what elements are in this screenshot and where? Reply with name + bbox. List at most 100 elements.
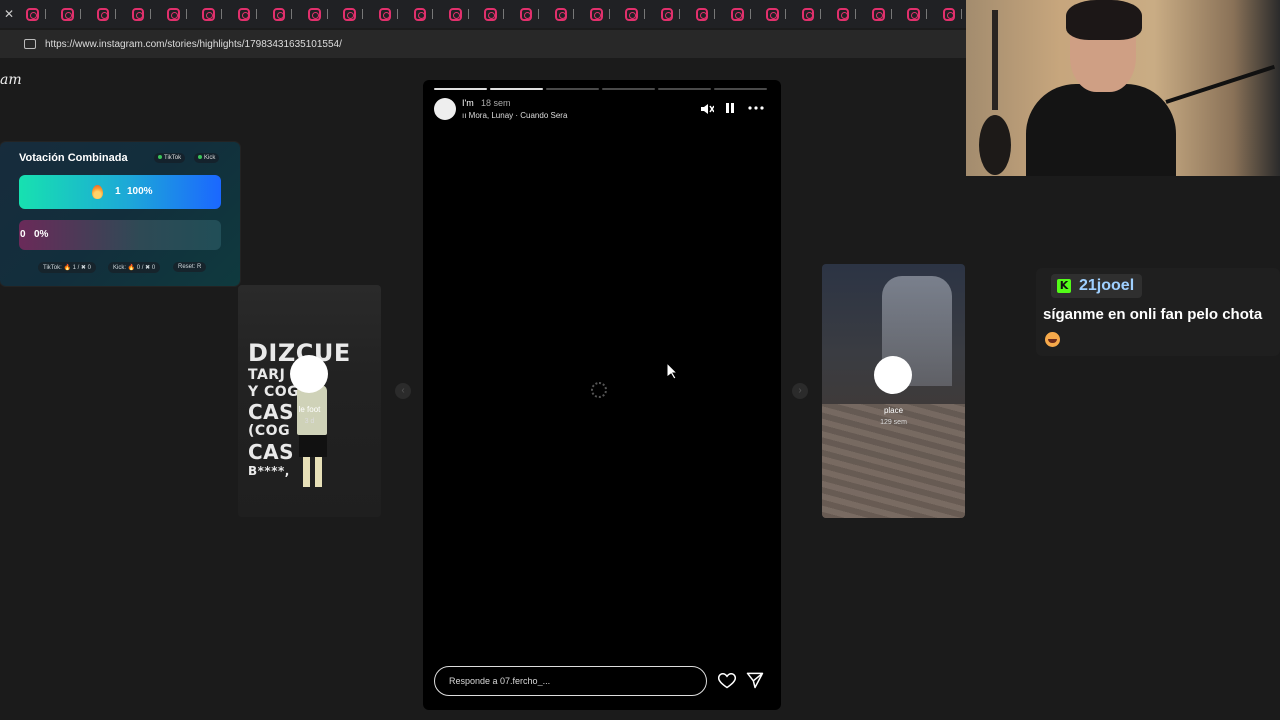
person-hair [1066,0,1142,40]
progress-segment [602,88,655,90]
tab-separator [326,9,332,19]
next-arrow-icon[interactable]: › [792,383,808,399]
instagram-tab-icon[interactable] [519,7,533,21]
vote-title: Votación Combinada [19,152,128,164]
reply-input[interactable] [434,666,707,696]
vote-footer-reset: Reset: R [173,262,207,272]
more-options-icon[interactable] [748,106,764,110]
vote-tag-kick: Kick [194,153,220,163]
instagram-tab-icon[interactable] [308,7,321,21]
music-bars-icon: ıı [462,111,469,120]
instagram-tab-icon[interactable] [942,7,956,21]
instagram-tab-icon[interactable] [625,7,638,21]
tab-separator [679,9,684,19]
person-figure [291,375,331,495]
avatar [874,356,912,394]
tab-separator [185,9,191,19]
chat-user-badge: K 21jooel [1051,274,1143,298]
story-time: 18 sem [481,98,511,108]
vote-option-2-percent: 0% [34,229,49,240]
send-icon[interactable] [745,670,765,690]
instagram-tab-icon[interactable] [801,7,815,21]
instagram-tab-icon[interactable] [343,7,356,21]
progress-segment [490,88,543,90]
muted-speaker-icon[interactable] [700,102,714,116]
instagram-tab-icon[interactable] [167,7,180,21]
instagram-tab-icon[interactable] [61,7,74,21]
card-username: place [883,406,904,415]
tab-separator [220,9,226,19]
tab-separator [714,9,719,19]
tab-separator [573,9,578,19]
instagram-tab-icon[interactable] [731,7,744,21]
instagram-tab-icon[interactable] [872,7,885,21]
chat-message: K 21jooel síganme en onli fan pelo chota [1036,268,1280,356]
vote-option-2-bar: 0 0% [19,220,221,250]
chat-message-text: síganme en onli fan pelo chota [1043,306,1263,323]
story-avatar[interactable] [434,98,456,120]
instagram-tab-icon[interactable] [131,7,145,21]
loading-spinner-icon [591,382,607,398]
vote-footer-kick: Kick: 🔥 0 / ✖ 0 [108,262,161,273]
card-text-line: TARJ [248,367,286,383]
progress-segment [658,88,711,90]
instagram-tab-icon[interactable] [26,7,39,21]
instagram-tab-icon[interactable] [695,7,709,21]
address-bar[interactable]: https://www.instagram.com/stories/highli… [0,30,966,58]
tab-separator [115,9,120,19]
instagram-tab-icon[interactable] [96,7,110,21]
instagram-tab-icon[interactable] [378,7,392,21]
instagram-tab-icon[interactable] [272,7,286,21]
tab-separator [749,9,755,19]
pause-icon[interactable] [725,102,735,114]
url-text[interactable]: https://www.instagram.com/stories/highli… [45,39,342,50]
microphone-arm [1165,64,1276,104]
instagram-tab-icon[interactable] [237,7,251,21]
grinning-face-emoji-icon [1045,332,1060,347]
instagram-tab-icon[interactable] [413,7,427,21]
instagram-tab-icon[interactable] [907,7,920,21]
card-time: 3 d [304,418,315,425]
vote-option-1-percent: 100% [127,186,153,197]
tab-separator [432,9,437,19]
card-time: 129 sem [880,419,907,426]
instagram-tab-icon[interactable] [836,7,850,21]
browser-tab-strip: ✕ [0,0,966,28]
guitar-image [979,10,1011,175]
progress-segment [714,88,767,90]
instagram-tab-icon[interactable] [484,7,497,21]
previous-arrow-icon[interactable]: ‹ [395,383,411,399]
site-settings-icon[interactable] [24,39,36,49]
tab-separator [820,9,825,19]
tab-separator [291,9,296,19]
heart-icon[interactable] [717,670,737,690]
instagram-tab-icon[interactable] [202,7,215,21]
vote-tag-tiktok: TikTok [154,153,186,163]
close-tab-icon[interactable]: ✕ [4,7,14,21]
instagram-tab-icon[interactable] [766,7,779,21]
next-story-card[interactable]: place 129 sem [822,264,965,518]
avatar [290,355,328,393]
tab-separator [538,9,543,19]
previous-story-card[interactable]: DIZCUE TARJ Y COG CAS (COG CAS B****, le… [238,285,381,517]
instagram-logo[interactable]: am [0,72,22,88]
chat-text: síganme en onli fan pelo chota [1043,302,1273,354]
instagram-tab-icon[interactable] [449,7,462,21]
story-viewer[interactable]: I'm 18 sem ıı Mora, Lunay · Cuando Sera [423,80,781,710]
vote-footer-tiktok: TikTok: 🔥 1 / ✖ 0 [38,262,96,273]
instagram-tab-icon[interactable] [590,7,603,21]
story-username[interactable]: I'm [462,98,474,108]
tab-separator [361,9,367,19]
vote-option-1-label: 1 [115,186,121,197]
card-username: le foot [298,405,321,414]
story-music[interactable]: ıı Mora, Lunay · Cuando Sera [462,111,567,120]
progress-segment [546,88,599,90]
tab-separator [467,9,473,19]
vote-option-2-label: 0 [20,229,26,240]
instagram-tab-icon[interactable] [554,7,568,21]
tab-separator [502,9,508,19]
instagram-tab-icon[interactable] [660,7,674,21]
webcam-feed [966,0,1280,176]
chat-username: 21jooel [1079,277,1135,294]
card-text-line: (COG [248,423,291,439]
